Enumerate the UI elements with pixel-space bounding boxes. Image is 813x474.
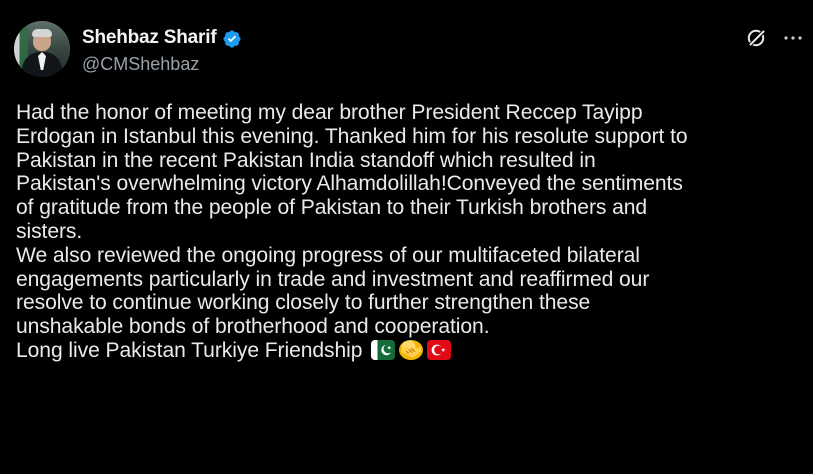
post-text-line: sisters.	[16, 219, 83, 243]
post-text: Had the honor of meeting my dear brother…	[16, 101, 812, 363]
post-text-line: We also reviewed the ongoing progress of…	[16, 243, 640, 267]
more-icon[interactable]	[781, 26, 805, 50]
verified-badge-icon	[223, 30, 241, 48]
post-text-line: of gratitude from the people of Pakistan…	[16, 196, 648, 220]
emoji-group	[371, 339, 452, 360]
social-post-card: Shehbaz Sharif @CMShehbaz Had the honor …	[0, 0, 813, 474]
post-text-line: Erdogan in Istanbul this evening. Thanke…	[16, 124, 688, 148]
post-actions	[745, 24, 805, 52]
handshake-emoji	[399, 339, 424, 360]
post-text-line: Pakistan's overwhelming victory Alhamdol…	[16, 172, 683, 196]
pakistan-flag-emoji	[371, 339, 396, 360]
post-text-line: unshakable bonds of brotherhood and coop…	[16, 315, 490, 339]
post-text-line: resolve to continue working closely to f…	[16, 291, 591, 315]
author-handle[interactable]: @CMShehbaz	[82, 52, 199, 76]
post-text-line: Pakistan in the recent Pakistan India st…	[16, 148, 596, 172]
post-text-line: engagements particularly in trade and in…	[16, 267, 650, 291]
post-text-last-line: Long live Pakistan Turkiye Friendship	[16, 339, 812, 363]
author-display-name[interactable]: Shehbaz Sharif	[82, 25, 217, 51]
grok-icon[interactable]	[745, 26, 769, 50]
author-avatar[interactable]	[14, 21, 70, 77]
avatar-hair	[32, 29, 52, 37]
post-text-line: Had the honor of meeting my dear brother…	[16, 101, 643, 124]
friendship-line-text: Long live Pakistan Turkiye Friendship	[16, 338, 363, 362]
turkey-flag-emoji	[427, 339, 452, 360]
author-name-row: Shehbaz Sharif	[82, 25, 242, 51]
